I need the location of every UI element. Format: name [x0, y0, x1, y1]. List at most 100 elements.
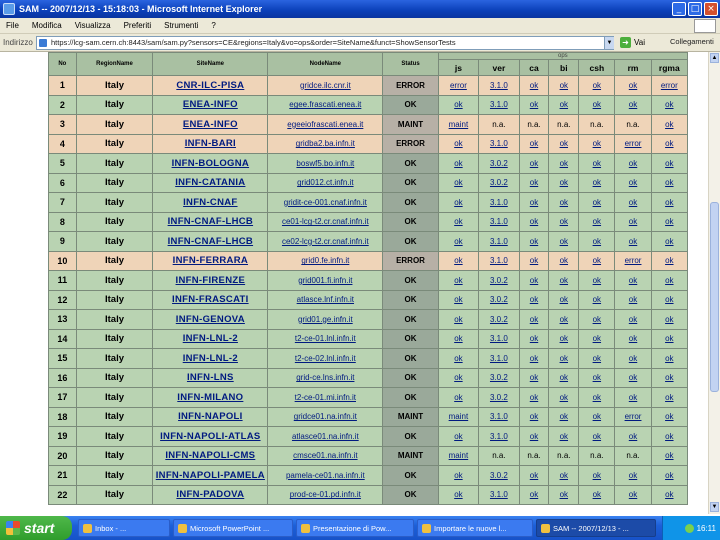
test-ca-result[interactable]: ok	[518, 192, 550, 213]
test-bi-result[interactable]: ok	[548, 250, 580, 271]
test-ver-result[interactable]: 3.0.2	[478, 172, 520, 193]
test-js-result[interactable]: ok	[437, 192, 480, 213]
maximize-button[interactable]: □	[688, 2, 702, 16]
test-ver-result[interactable]: 3.0.2	[478, 367, 520, 388]
test-csh-result[interactable]: ok	[578, 367, 616, 388]
header-js[interactable]: js	[437, 59, 480, 76]
node-name-link[interactable]: gridba2.ba.infn.it	[267, 133, 384, 154]
scroll-down-icon[interactable]: ▼	[710, 502, 719, 512]
test-rm-result[interactable]: ok	[614, 75, 652, 96]
site-name-link[interactable]: INFN-NAPOLI-ATLAS	[152, 426, 269, 447]
scrollbar-thumb[interactable]	[710, 202, 719, 392]
menu-tools[interactable]: Strumenti	[158, 21, 205, 30]
node-name-link[interactable]: t2-ce-01.mi.infn.it	[267, 387, 384, 408]
test-csh-result[interactable]: ok	[578, 328, 616, 349]
node-name-link[interactable]: grid01.ge.infn.it	[267, 309, 384, 330]
test-bi-result[interactable]: ok	[548, 172, 580, 193]
url-input[interactable]: https://lcg-sam.cern.ch:8443/sam/sam.py?…	[36, 36, 614, 50]
site-name-link[interactable]: INFN-FIRENZE	[152, 270, 269, 291]
site-name-link[interactable]: ENEA-INFO	[152, 114, 269, 135]
test-bi-result[interactable]: ok	[548, 367, 580, 388]
test-bi-result[interactable]: ok	[548, 309, 580, 330]
node-name-link[interactable]: grid0.fe.infn.it	[267, 250, 384, 271]
test-js-result[interactable]: ok	[437, 426, 480, 447]
test-js-result[interactable]: ok	[437, 484, 480, 505]
site-name-link[interactable]: INFN-NAPOLI-PAMELA	[152, 465, 269, 486]
test-rm-result[interactable]: ok	[614, 211, 652, 232]
node-name-link[interactable]: gridce01.na.infn.it	[267, 406, 384, 427]
test-rm-result[interactable]: ok	[614, 172, 652, 193]
test-bi-result[interactable]: ok	[548, 94, 580, 115]
test-js-result[interactable]: ok	[437, 172, 480, 193]
vertical-scrollbar[interactable]: ▲ ▼	[708, 52, 720, 514]
node-name-link[interactable]: gridce.ilc.cnr.it	[267, 75, 384, 96]
test-csh-result[interactable]: ok	[578, 75, 616, 96]
test-rgma-result[interactable]: ok	[650, 153, 689, 174]
node-name-link[interactable]: gridit-ce-001.cnaf.infn.it	[267, 192, 384, 213]
node-name-link[interactable]: egeeiofrascati.enea.it	[267, 114, 384, 135]
test-rm-result[interactable]: ok	[614, 231, 652, 252]
test-rm-result[interactable]: error	[614, 250, 652, 271]
node-name-link[interactable]: boswf5.bo.infn.it	[267, 153, 384, 174]
address-dropdown-arrow-icon[interactable]: ▼	[604, 37, 614, 49]
test-rgma-result[interactable]: ok	[650, 133, 689, 154]
site-name-link[interactable]: INFN-GENOVA	[152, 309, 269, 330]
test-ca-result[interactable]: ok	[518, 309, 550, 330]
test-ver-result[interactable]: 3.1.0	[478, 211, 520, 232]
test-bi-result[interactable]: ok	[548, 270, 580, 291]
node-name-link[interactable]: pamela-ce01.na.infn.it	[267, 465, 384, 486]
taskbar-task-button[interactable]: Presentazione di Pow...	[296, 519, 414, 537]
test-rm-result[interactable]: ok	[614, 348, 652, 369]
site-name-link[interactable]: INFN-CATANIA	[152, 172, 269, 193]
test-rgma-result[interactable]: ok	[650, 328, 689, 349]
test-bi-result[interactable]: ok	[548, 348, 580, 369]
test-ver-result[interactable]: 3.1.0	[478, 192, 520, 213]
node-name-link[interactable]: prod-ce-01.pd.infn.it	[267, 484, 384, 505]
test-csh-result[interactable]: ok	[578, 426, 616, 447]
test-ver-result[interactable]: 3.1.0	[478, 231, 520, 252]
header-rm[interactable]: rm	[614, 59, 652, 76]
site-name-link[interactable]: INFN-LNS	[152, 367, 269, 388]
test-ca-result[interactable]: ok	[518, 75, 550, 96]
test-ver-result[interactable]: 3.0.2	[478, 309, 520, 330]
test-csh-result[interactable]: ok	[578, 250, 616, 271]
node-name-link[interactable]: grid001.fi.infn.it	[267, 270, 384, 291]
test-ver-result[interactable]: 3.1.0	[478, 406, 520, 427]
test-rgma-result[interactable]: ok	[650, 250, 689, 271]
header-ca[interactable]: ca	[518, 59, 550, 76]
test-rgma-result[interactable]: ok	[650, 114, 689, 135]
test-ver-result[interactable]: 3.1.0	[478, 250, 520, 271]
node-name-link[interactable]: t2-ce-02.lnl.infn.it	[267, 348, 384, 369]
test-js-result[interactable]: maint	[437, 445, 480, 466]
test-bi-result[interactable]: ok	[548, 289, 580, 310]
test-ver-result[interactable]: 3.1.0	[478, 94, 520, 115]
node-name-link[interactable]: atlasce01.na.infn.it	[267, 426, 384, 447]
scroll-up-icon[interactable]: ▲	[710, 53, 719, 63]
taskbar-task-button[interactable]: Inbox - ...	[78, 519, 170, 537]
test-ver-result[interactable]: 3.0.2	[478, 270, 520, 291]
header-rgma[interactable]: rgma	[650, 59, 689, 76]
test-csh-result[interactable]: ok	[578, 270, 616, 291]
test-csh-result[interactable]: ok	[578, 484, 616, 505]
site-name-link[interactable]: INFN-CNAF	[152, 192, 269, 213]
test-ver-result[interactable]: 3.0.2	[478, 465, 520, 486]
test-bi-result[interactable]: ok	[548, 153, 580, 174]
test-ver-result[interactable]: 3.1.0	[478, 133, 520, 154]
test-bi-result[interactable]: ok	[548, 328, 580, 349]
test-csh-result[interactable]: ok	[578, 172, 616, 193]
site-name-link[interactable]: INFN-NAPOLI	[152, 406, 269, 427]
test-bi-result[interactable]: ok	[548, 192, 580, 213]
test-csh-result[interactable]: ok	[578, 348, 616, 369]
site-name-link[interactable]: INFN-LNL-2	[152, 328, 269, 349]
test-ca-result[interactable]: ok	[518, 94, 550, 115]
test-js-result[interactable]: ok	[437, 250, 480, 271]
site-name-link[interactable]: INFN-BARI	[152, 133, 269, 154]
test-js-result[interactable]: ok	[437, 348, 480, 369]
start-button[interactable]: start	[0, 516, 72, 540]
test-ca-result[interactable]: ok	[518, 387, 550, 408]
node-name-link[interactable]: egee.frascati.enea.it	[267, 94, 384, 115]
node-name-link[interactable]: t2-ce-01.lnl.infn.it	[267, 328, 384, 349]
test-js-result[interactable]: error	[437, 75, 480, 96]
go-button[interactable]: ➜ Vai	[620, 37, 645, 48]
test-rm-result[interactable]: ok	[614, 367, 652, 388]
